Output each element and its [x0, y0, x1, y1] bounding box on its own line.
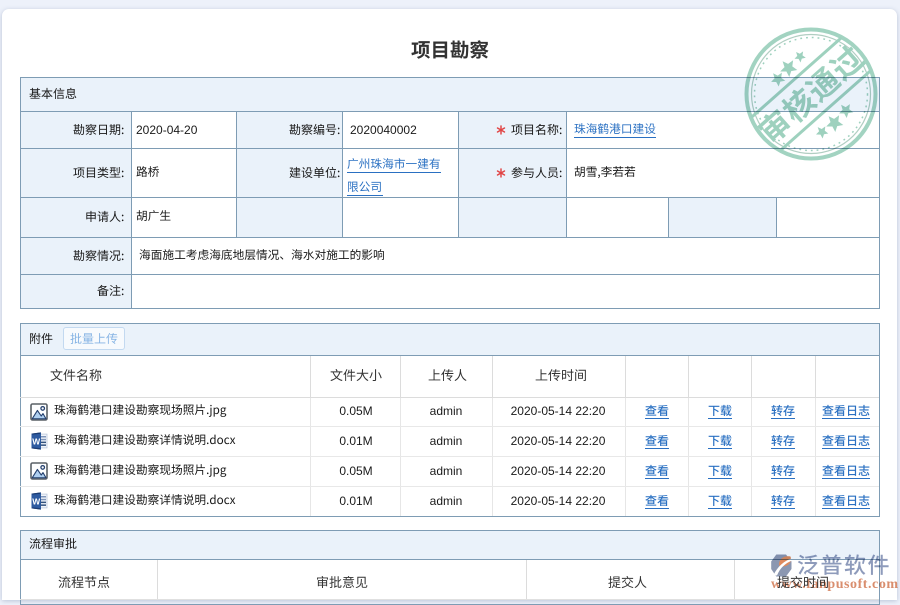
svg-text:W: W — [32, 496, 40, 506]
svg-text:W: W — [32, 436, 40, 446]
